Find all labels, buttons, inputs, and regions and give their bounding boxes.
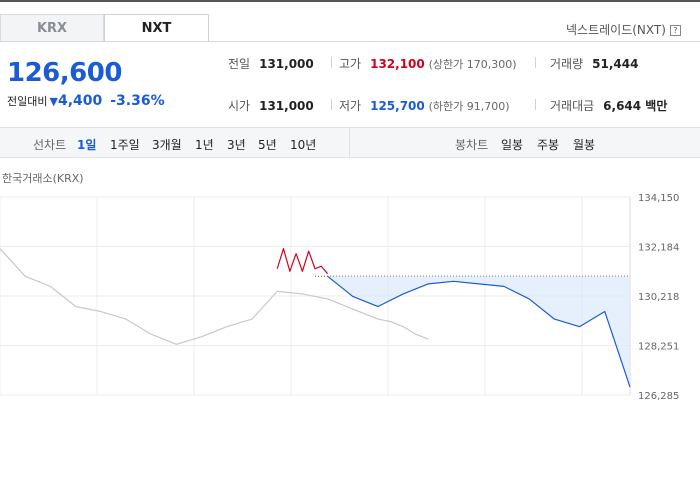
period-1y[interactable]: 1년: [195, 136, 214, 153]
chart-title: 한국거래소(KRX): [2, 172, 84, 185]
stat-amount: 거래대금 6,644 백만: [550, 99, 668, 113]
nxt-link[interactable]: 넥스트레이드(NXT)?: [566, 21, 681, 38]
down-arrow-icon: ▼: [49, 95, 58, 108]
candle-weekly[interactable]: 주봉: [537, 136, 559, 153]
y-tick-label: 128,251: [638, 342, 679, 353]
y-tick-label: 132,184: [638, 243, 679, 254]
divider: [535, 99, 536, 110]
candle-chart-label: 봉차트: [455, 138, 489, 152]
stat-prev-close: 전일 131,000: [228, 57, 314, 71]
tab-underline: [0, 41, 700, 42]
period-1d[interactable]: 1일: [77, 136, 96, 153]
stat-low: 저가 125,700 (하한가 91,700): [339, 99, 510, 113]
period-3m[interactable]: 3개월: [152, 136, 182, 153]
tab-nxt[interactable]: NXT: [104, 14, 209, 41]
series-line-red: [276, 248, 329, 275]
series-line-gray: [277, 290, 429, 340]
change-percent: -3.36%: [110, 93, 165, 109]
y-tick-label: 134,150: [638, 193, 679, 204]
stat-open: 시가 131,000: [228, 99, 314, 113]
nxt-link-label: 넥스트레이드(NXT): [566, 23, 666, 37]
chart-controls: 선차트 1일 1주일 3개월 1년 3년 5년 10년 봉차트 일봉 주봉 월봉: [0, 127, 700, 158]
period-1w[interactable]: 1주일: [110, 136, 140, 153]
current-price: 126,600: [7, 58, 122, 88]
stat-high: 고가 132,100 (상한가 170,300): [339, 57, 517, 71]
candle-daily[interactable]: 일봉: [501, 136, 523, 153]
price-change: 전일대비 ▼4,400 -3.36%: [7, 93, 165, 109]
stat-volume: 거래량 51,444: [550, 57, 639, 71]
divider: [331, 57, 332, 68]
help-icon[interactable]: ?: [669, 25, 681, 36]
divider: [535, 57, 536, 68]
period-3y[interactable]: 3년: [227, 136, 246, 153]
candle-monthly[interactable]: 월봉: [573, 136, 595, 153]
line-chart-label: 선차트: [33, 138, 67, 152]
blue-area-fill: [327, 276, 630, 388]
tab-krx[interactable]: KRX: [0, 14, 104, 41]
period-5y[interactable]: 5년: [258, 136, 277, 153]
y-tick-label: 126,285: [638, 391, 679, 400]
period-10y[interactable]: 10년: [290, 136, 316, 153]
controls-divider: [349, 128, 350, 157]
divider: [331, 99, 332, 110]
change-label: 전일대비: [7, 95, 48, 108]
change-amount: 4,400: [57, 93, 103, 109]
y-tick-label: 130,218: [638, 292, 679, 303]
top-border: [0, 0, 700, 2]
price-chart[interactable]: 134,150 132,184 130,218 128,251 126,285: [0, 185, 700, 400]
